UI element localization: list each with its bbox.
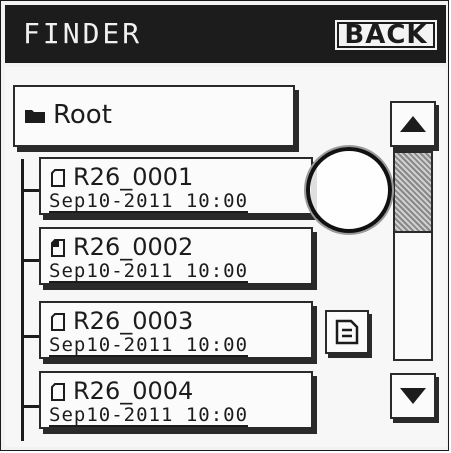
scrollbar-thumb[interactable]: [395, 153, 431, 233]
window-title: FINDER: [23, 17, 143, 50]
file-active-icon: [51, 239, 65, 257]
scrollbar-track[interactable]: [393, 151, 433, 361]
arrow-up-icon: [400, 116, 426, 132]
title-bar: FINDER BACK: [5, 5, 446, 63]
folder-icon: [25, 110, 45, 123]
finder-window: FINDER BACK Root R26_0001 Sep10-2011 10:…: [0, 0, 449, 451]
tree-branch: [21, 189, 41, 192]
root-folder-label: Root: [53, 100, 112, 130]
file-name: R26_0001: [73, 163, 194, 191]
file-icon: [51, 313, 65, 331]
file-date: Sep10-2011 10:00: [49, 334, 249, 357]
file-date: Sep10-2011 10:00: [49, 190, 249, 213]
file-item[interactable]: R26_0002 Sep10-2011 10:00: [39, 227, 313, 285]
file-name: R26_0003: [73, 307, 194, 335]
tree-branch: [21, 335, 41, 338]
file-item[interactable]: R26_0001 Sep10-2011 10:00: [39, 157, 313, 215]
file-icon: [51, 169, 65, 187]
file-date: Sep10-2011 10:00: [49, 260, 249, 283]
file-details-button[interactable]: [325, 310, 369, 354]
arrow-down-icon: [400, 388, 426, 404]
file-name: R26_0002: [73, 233, 194, 261]
scroll-down-button[interactable]: [390, 373, 436, 419]
tree-branch: [21, 405, 41, 408]
file-item[interactable]: R26_0004 Sep10-2011 10:00: [39, 371, 313, 429]
document-icon: [335, 319, 359, 345]
file-name: R26_0004: [73, 377, 194, 405]
tree-branch: [21, 259, 41, 262]
touch-highlight-circle: [306, 147, 392, 233]
file-item[interactable]: R26_0003 Sep10-2011 10:00: [39, 301, 313, 359]
back-button[interactable]: BACK: [332, 17, 440, 53]
tree-connector: [21, 159, 24, 441]
scroll-up-button[interactable]: [390, 101, 436, 147]
root-folder-button[interactable]: Root: [13, 85, 295, 147]
file-icon: [51, 383, 65, 401]
file-date: Sep10-2011 10:00: [49, 404, 249, 427]
